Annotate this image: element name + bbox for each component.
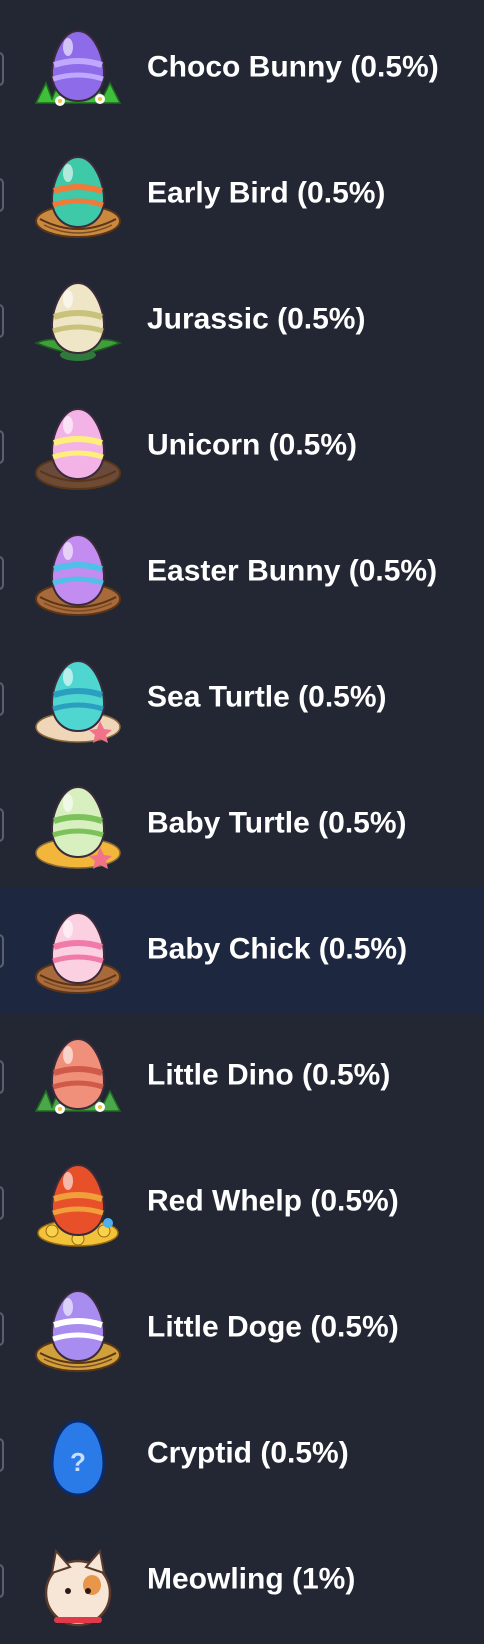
egg-list-item[interactable]: Unicorn (0.5%) bbox=[0, 384, 484, 510]
svg-text:?: ? bbox=[70, 1447, 86, 1477]
select-checkbox[interactable] bbox=[0, 1312, 4, 1346]
cryptid-egg-icon: ? bbox=[30, 1407, 126, 1503]
unicorn-egg-icon bbox=[30, 399, 126, 495]
egg-list-item[interactable]: ? Cryptid (0.5%) bbox=[0, 1392, 484, 1518]
egg-name-label: Little Doge (0.5%) bbox=[147, 1310, 399, 1344]
egg-name-label: Little Dino (0.5%) bbox=[147, 1058, 391, 1092]
egg-name-label: Easter Bunny (0.5%) bbox=[147, 554, 438, 588]
egg-name-label: Red Whelp (0.5%) bbox=[147, 1184, 399, 1218]
select-checkbox[interactable] bbox=[0, 1564, 4, 1598]
choco-bunny-egg-icon bbox=[30, 21, 126, 117]
egg-list-item[interactable]: Baby Turtle (0.5%) bbox=[0, 762, 484, 888]
egg-list-item[interactable]: Baby Chick (0.5%) bbox=[0, 888, 484, 1014]
select-checkbox[interactable] bbox=[0, 1186, 4, 1220]
egg-name-label: Choco Bunny (0.5%) bbox=[147, 50, 439, 84]
select-checkbox[interactable] bbox=[0, 52, 4, 86]
egg-name-label: Jurassic (0.5%) bbox=[147, 302, 366, 336]
egg-name-label: Cryptid (0.5%) bbox=[147, 1436, 349, 1470]
egg-list-item[interactable]: Little Doge (0.5%) bbox=[0, 1266, 484, 1392]
egg-list-item[interactable]: Easter Bunny (0.5%) bbox=[0, 510, 484, 636]
easter-bunny-egg-icon bbox=[30, 525, 126, 621]
egg-list-item[interactable]: Little Dino (0.5%) bbox=[0, 1014, 484, 1140]
egg-name-label: Sea Turtle (0.5%) bbox=[147, 680, 387, 714]
egg-list-item[interactable]: Red Whelp (0.5%) bbox=[0, 1140, 484, 1266]
egg-list-item[interactable]: Choco Bunny (0.5%) bbox=[0, 6, 484, 132]
meowling-cat-icon bbox=[30, 1533, 126, 1629]
red-whelp-egg-icon bbox=[30, 1155, 126, 1251]
egg-list-item[interactable]: Early Bird (0.5%) bbox=[0, 132, 484, 258]
little-doge-egg-icon bbox=[30, 1281, 126, 1377]
egg-name-label: Unicorn (0.5%) bbox=[147, 428, 358, 462]
baby-chick-egg-icon bbox=[30, 903, 126, 999]
select-checkbox[interactable] bbox=[0, 934, 4, 968]
egg-name-label: Baby Turtle (0.5%) bbox=[147, 806, 407, 840]
egg-list-item[interactable]: Meowling (1%) bbox=[0, 1518, 484, 1644]
early-bird-egg-icon bbox=[30, 147, 126, 243]
select-checkbox[interactable] bbox=[0, 304, 4, 338]
select-checkbox[interactable] bbox=[0, 556, 4, 590]
egg-name-label: Early Bird (0.5%) bbox=[147, 176, 386, 210]
select-checkbox[interactable] bbox=[0, 430, 4, 464]
little-dino-egg-icon bbox=[30, 1029, 126, 1125]
sea-turtle-egg-icon bbox=[30, 651, 126, 747]
select-checkbox[interactable] bbox=[0, 808, 4, 842]
egg-list-item[interactable]: Jurassic (0.5%) bbox=[0, 258, 484, 384]
jurassic-egg-icon bbox=[30, 273, 126, 369]
egg-list: Choco Bunny (0.5%) Early Bird (0.5%) Jur… bbox=[0, 0, 484, 1627]
egg-list-item[interactable]: Sea Turtle (0.5%) bbox=[0, 636, 484, 762]
select-checkbox[interactable] bbox=[0, 1060, 4, 1094]
egg-name-label: Baby Chick (0.5%) bbox=[147, 932, 408, 966]
select-checkbox[interactable] bbox=[0, 178, 4, 212]
select-checkbox[interactable] bbox=[0, 682, 4, 716]
baby-turtle-egg-icon bbox=[30, 777, 126, 873]
egg-name-label: Meowling (1%) bbox=[147, 1562, 356, 1596]
select-checkbox[interactable] bbox=[0, 1438, 4, 1472]
